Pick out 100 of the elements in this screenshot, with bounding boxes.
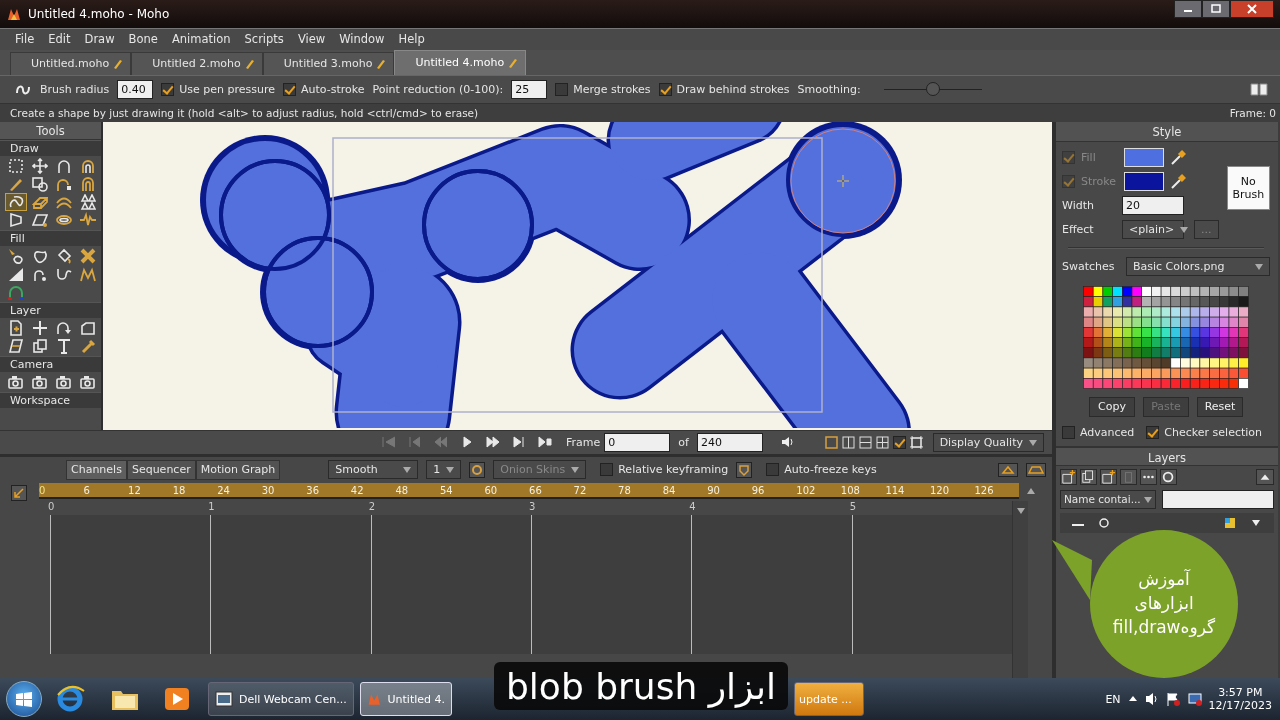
- frame-field[interactable]: 0: [604, 432, 671, 452]
- no-brush-button[interactable]: No Brush: [1226, 165, 1270, 210]
- end-frame-field[interactable]: 240: [696, 432, 763, 452]
- collapse-up-icon[interactable]: [998, 462, 1018, 477]
- display-quality-dropdown[interactable]: Display Quality: [932, 432, 1044, 452]
- camera-icon: [32, 373, 48, 390]
- wave-icon: [80, 211, 96, 228]
- checkbox[interactable]: [658, 82, 672, 96]
- timeline-tab[interactable]: Sequencer: [126, 459, 196, 480]
- taskbar-button[interactable]: Dell Webcam Cen...: [208, 682, 354, 717]
- clock-time[interactable]: 3:57 PM: [1218, 686, 1263, 700]
- scrollbar[interactable]: [1012, 500, 1028, 679]
- second-marker: 5: [849, 500, 857, 512]
- minimize-button[interactable]: [1174, 0, 1202, 18]
- input-field[interactable]: 0.40: [117, 79, 154, 99]
- menu-item[interactable]: Bone: [121, 32, 165, 47]
- maximize-icon: [1211, 4, 1221, 14]
- checkbox[interactable]: [892, 435, 906, 449]
- checkbox[interactable]: [161, 82, 175, 96]
- quad-view-icon[interactable]: [875, 435, 889, 449]
- expand-corner-icon[interactable]: [11, 484, 27, 501]
- color-swatch-grid[interactable]: [1083, 285, 1249, 389]
- menu-item[interactable]: Edit: [41, 32, 78, 47]
- new-layer-icon[interactable]: [1060, 468, 1077, 485]
- checkbox-label: Use pen pressure: [179, 82, 276, 96]
- split-view-icon[interactable]: [841, 435, 855, 449]
- menu-item[interactable]: View: [290, 32, 333, 47]
- play-icon[interactable]: [460, 436, 474, 449]
- swatches-dropdown[interactable]: Basic Colors.png: [1126, 256, 1270, 276]
- swatches-label: Swatches: [1062, 259, 1116, 273]
- filter-field[interactable]: [1161, 489, 1274, 509]
- palette-button[interactable]: Copy: [1089, 396, 1135, 417]
- keyframe-shield-icon[interactable]: [736, 461, 753, 478]
- timeline-tab[interactable]: Motion Graph: [195, 459, 281, 480]
- interpolation-dropdown[interactable]: Smooth: [328, 460, 419, 480]
- timeline-tab[interactable]: Channels: [66, 459, 127, 480]
- palette-button[interactable]: Reset: [1197, 396, 1243, 417]
- menu-item[interactable]: Draw: [77, 32, 122, 47]
- book-icon[interactable]: [1250, 81, 1268, 98]
- frame-tick-label: 42: [350, 483, 365, 497]
- taskbar-label: update ...: [799, 692, 852, 706]
- input-field[interactable]: 25: [511, 79, 548, 99]
- slider-thumb[interactable]: [925, 82, 940, 97]
- callout-text: ابزارهای: [1134, 592, 1194, 616]
- stacked-view-icon[interactable]: [858, 435, 872, 449]
- duplicate-layer-icon[interactable]: [1080, 468, 1097, 485]
- eyedropper-icon[interactable]: [1170, 173, 1186, 190]
- new-group-icon[interactable]: [1100, 468, 1117, 485]
- frame-bounds-icon[interactable]: [909, 435, 923, 449]
- checkbox[interactable]: [555, 82, 569, 96]
- document-tab[interactable]: Untitled 2.moho: [131, 51, 263, 75]
- checkbox-label: Relative keyframing: [618, 463, 729, 477]
- frame-tick-label: 18: [172, 483, 187, 497]
- tool-button[interactable]: [29, 156, 51, 175]
- clock-date[interactable]: 12/17/2023: [1208, 699, 1272, 713]
- start-button[interactable]: [6, 681, 42, 718]
- document-tab[interactable]: Untitled.moho: [10, 51, 132, 75]
- collapse-up-icon[interactable]: [1256, 468, 1274, 485]
- browser-icon[interactable]: [56, 685, 86, 714]
- menu-item[interactable]: File: [8, 32, 42, 47]
- menu-item[interactable]: Animation: [164, 32, 238, 47]
- step-start-icon[interactable]: [408, 436, 422, 449]
- tool-button[interactable]: [5, 192, 27, 211]
- filter-dropdown[interactable]: Name contai...: [1060, 489, 1156, 509]
- checkbox[interactable]: [1062, 425, 1075, 439]
- rewind-start-icon[interactable]: [382, 436, 396, 449]
- close-button[interactable]: [1230, 0, 1274, 18]
- checkbox[interactable]: [1146, 425, 1160, 439]
- tool-button[interactable]: [29, 174, 51, 193]
- second-marker: 1: [208, 500, 216, 512]
- width-field[interactable]: 20: [1122, 195, 1184, 215]
- document-tab[interactable]: Untitled 3.moho: [262, 51, 395, 75]
- layer-settings-icon[interactable]: [1160, 468, 1177, 485]
- network-icon[interactable]: [1186, 691, 1203, 708]
- maximize-button[interactable]: [1202, 0, 1230, 18]
- more-icon[interactable]: [1140, 468, 1157, 485]
- menu-item[interactable]: Help: [391, 32, 432, 47]
- menu-item[interactable]: Window: [332, 32, 392, 47]
- menu-item[interactable]: Scripts: [237, 32, 291, 47]
- onion-icon[interactable]: [469, 461, 486, 478]
- count-dropdown[interactable]: 1: [426, 460, 462, 480]
- speaker-icon[interactable]: [781, 436, 795, 449]
- checkbox[interactable]: [283, 82, 297, 96]
- expand-track-icon[interactable]: [1026, 462, 1046, 477]
- frame-tick-label: 54: [439, 483, 454, 497]
- frame-ruler[interactable]: 0 6 12 18 24 30 36 42 48 54 60 66 72 78 84 90 96 102 108 114 120 126: [39, 482, 1019, 499]
- eyedropper-icon[interactable]: [1170, 149, 1186, 166]
- language-indicator[interactable]: EN: [1105, 692, 1121, 706]
- fast-forward-icon[interactable]: [486, 436, 500, 449]
- camera-icon: [56, 373, 72, 390]
- taskbar-button[interactable]: Untitled 4.: [360, 682, 452, 717]
- frame-tick-label: 96: [751, 483, 766, 497]
- step-end-icon[interactable]: [512, 436, 526, 449]
- document-tab[interactable]: Untitled 4.moho: [394, 49, 527, 75]
- layer-type-icon[interactable]: [1222, 516, 1238, 529]
- flag-icon[interactable]: [1164, 691, 1181, 708]
- single-view-icon[interactable]: [824, 435, 838, 449]
- checkbox[interactable]: [600, 463, 614, 477]
- volume-icon[interactable]: [1144, 691, 1159, 708]
- checkbox[interactable]: [766, 463, 780, 477]
